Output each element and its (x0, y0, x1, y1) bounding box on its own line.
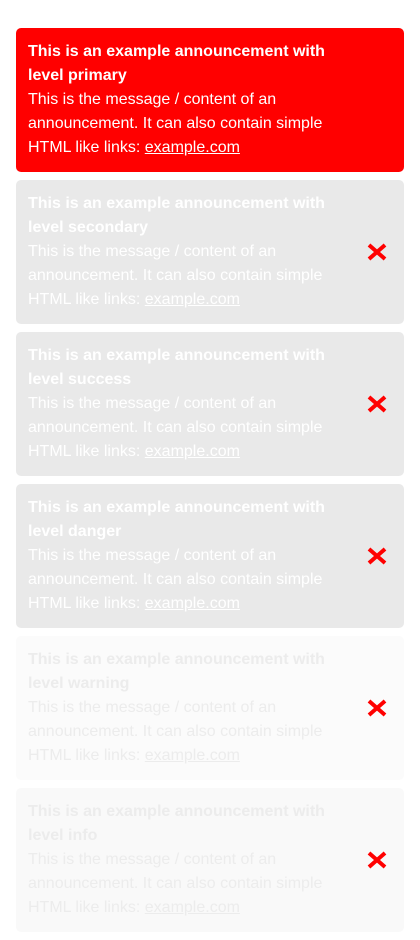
announcement-title: This is an example announcement with lev… (28, 499, 325, 540)
announcement-message: This is the message / content of an anno… (28, 544, 346, 616)
announcement-title: This is an example announcement with lev… (28, 347, 325, 388)
announcement-link[interactable]: example.com (145, 899, 240, 916)
announcement-message: This is the message / content of an anno… (28, 240, 346, 312)
announcement-title: This is an example announcement with lev… (28, 195, 325, 236)
close-icon[interactable] (366, 395, 388, 413)
announcement-link[interactable]: example.com (145, 291, 240, 308)
announcement-danger: This is an example announcement with lev… (16, 484, 404, 628)
announcement-info: This is an example announcement with lev… (16, 788, 404, 932)
announcement-success: This is an example announcement with lev… (16, 332, 404, 476)
announcement-message: This is the message / content of an anno… (28, 88, 346, 160)
announcement-list: This is an example announcement with lev… (16, 28, 404, 940)
close-icon[interactable] (366, 699, 388, 717)
announcement-link[interactable]: example.com (145, 443, 240, 460)
close-icon[interactable] (366, 243, 388, 261)
announcement-primary: This is an example announcement with lev… (16, 28, 404, 172)
announcement-title: This is an example announcement with lev… (28, 803, 325, 844)
close-icon[interactable] (366, 547, 388, 565)
announcement-message: This is the message / content of an anno… (28, 392, 346, 464)
announcement-message: This is the message / content of an anno… (28, 696, 346, 768)
announcement-link[interactable]: example.com (145, 139, 240, 156)
announcement-link[interactable]: example.com (145, 595, 240, 612)
announcement-title: This is an example announcement with lev… (28, 651, 325, 692)
announcement-link[interactable]: example.com (145, 747, 240, 764)
close-icon[interactable] (366, 851, 388, 869)
announcement-title: This is an example announcement with lev… (28, 43, 325, 84)
announcement-warning: This is an example announcement with lev… (16, 636, 404, 780)
announcement-message: This is the message / content of an anno… (28, 848, 346, 920)
announcement-secondary: This is an example announcement with lev… (16, 180, 404, 324)
